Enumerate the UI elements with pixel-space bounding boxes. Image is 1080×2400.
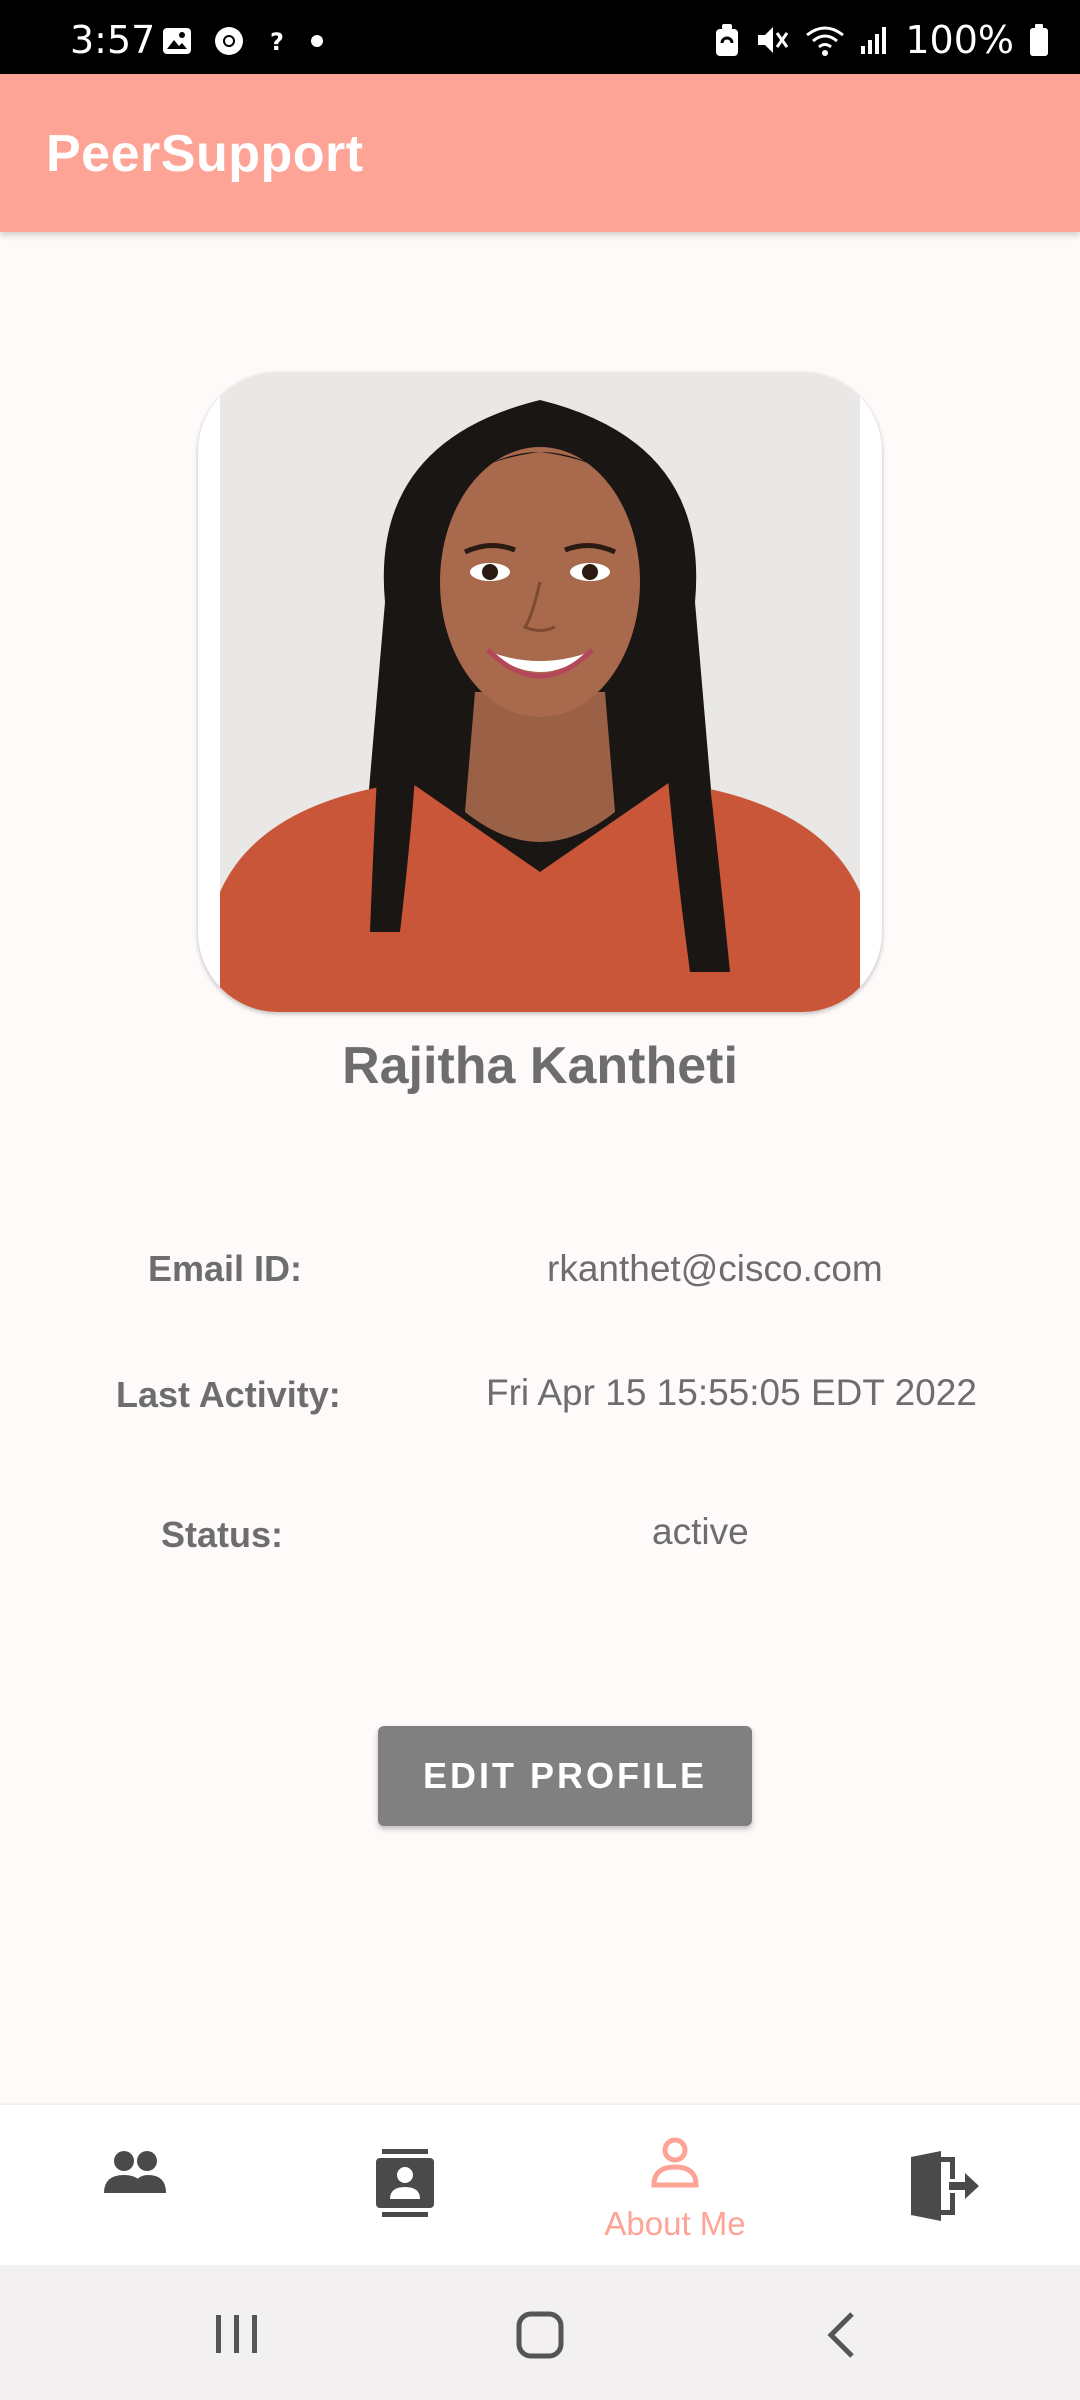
- nav-item-contacts[interactable]: [270, 2105, 540, 2265]
- profile-name: Rajitha Kantheti: [342, 1037, 738, 1095]
- email-label: Email ID:: [148, 1248, 303, 1289]
- nav-item-people[interactable]: [0, 2105, 270, 2265]
- last-activity-value: Fri Apr 15 15:55:05 EDT 2022: [486, 1372, 977, 1413]
- email-value: rkanthet@cisco.com: [547, 1248, 883, 1289]
- dot-icon: [311, 35, 323, 47]
- nav-item-logout[interactable]: [810, 2105, 1080, 2265]
- logout-icon: [911, 2151, 979, 2221]
- bottom-nav: About Me: [0, 2105, 1080, 2265]
- question-icon: ?: [270, 28, 284, 56]
- profile-photo-illustration: [220, 372, 860, 1012]
- status-value: active: [652, 1511, 749, 1552]
- gallery-icon: [163, 28, 191, 54]
- system-nav-bar: [0, 2265, 1080, 2400]
- back-icon[interactable]: [826, 2311, 856, 2359]
- battery-percentage: 100%: [905, 18, 1014, 62]
- status-time: 3:57: [70, 18, 156, 62]
- home-icon[interactable]: [516, 2311, 564, 2359]
- battery-saver-icon: [716, 24, 739, 56]
- signal-icon: [861, 27, 887, 54]
- profile-photo: [198, 372, 882, 1012]
- mute-icon: [758, 27, 789, 53]
- edit-profile-button[interactable]: EDIT PROFILE: [378, 1726, 752, 1826]
- status-label: Status:: [161, 1514, 284, 1555]
- svg-text:?: ?: [270, 28, 284, 56]
- app-title: PeerSupport: [46, 125, 364, 183]
- last-activity-label: Last Activity:: [116, 1374, 341, 1415]
- recents-icon[interactable]: [214, 2313, 260, 2355]
- app-bar: PeerSupport: [0, 74, 1080, 232]
- nav-label-about-me: About Me: [604, 2205, 746, 2242]
- chrome-icon: [215, 27, 243, 55]
- wifi-icon: [806, 26, 845, 56]
- battery-icon: [1030, 24, 1048, 56]
- status-right: 100%: [713, 18, 1050, 62]
- status-left-icons: ?: [162, 26, 324, 56]
- contact-card-icon: [376, 2149, 434, 2217]
- people-icon: [104, 2151, 166, 2193]
- nav-item-about-me[interactable]: About Me: [540, 2105, 810, 2265]
- status-bar: 3:57 ? 100%: [0, 0, 1080, 74]
- person-icon: [651, 2137, 699, 2188]
